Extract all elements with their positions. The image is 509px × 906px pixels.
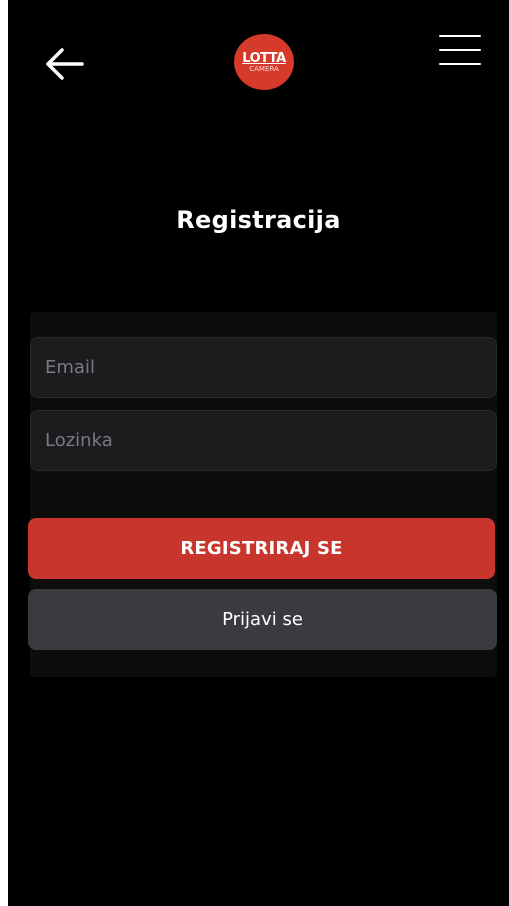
back-button[interactable] [42, 44, 88, 84]
app-screen: LOTTA CAMERA Registracija REGISTRIRAJ SE… [8, 0, 509, 906]
logo-text-line2: CAMERA [249, 64, 279, 73]
register-button[interactable]: REGISTRIRAJ SE [28, 518, 495, 579]
page-title: Registracija [176, 206, 341, 234]
login-button[interactable]: Prijavi se [28, 589, 497, 650]
password-field[interactable] [30, 410, 497, 471]
logo-text-line1: LOTTA [242, 50, 286, 66]
hamburger-menu-icon [439, 35, 481, 65]
top-bar: LOTTA CAMERA [8, 0, 509, 110]
menu-button[interactable] [438, 32, 482, 72]
brand-logo[interactable]: LOTTA CAMERA [234, 34, 294, 90]
arrow-left-icon [46, 48, 84, 80]
email-field[interactable] [30, 337, 497, 398]
